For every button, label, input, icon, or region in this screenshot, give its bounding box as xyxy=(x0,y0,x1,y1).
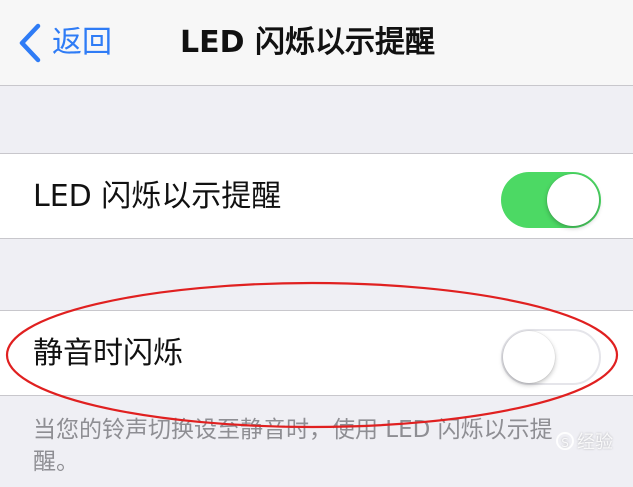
navigation-bar: 返回 LED 闪烁以示提醒 xyxy=(0,0,633,86)
back-button[interactable]: 返回 xyxy=(18,22,112,64)
setting-row-led-flash: LED 闪烁以示提醒 xyxy=(0,153,633,239)
led-flash-toggle[interactable] xyxy=(501,172,601,228)
setting-row-flash-on-silent: 静音时闪烁 xyxy=(0,310,633,396)
setting-label-led-flash: LED 闪烁以示提醒 xyxy=(33,179,282,214)
watermark-logo: S 经验 xyxy=(556,428,613,454)
back-label: 返回 xyxy=(52,25,112,60)
watermark-text: 经验 xyxy=(577,432,613,453)
setting-label-flash-on-silent: 静音时闪烁 xyxy=(33,336,183,371)
settings-footer-note: 当您的铃声切换设至静音时，使用 LED 闪烁以示提醒。 xyxy=(33,417,553,475)
settings-screen: 返回 LED 闪烁以示提醒 LED 闪烁以示提醒 静音时闪烁 当您的铃声切换设至… xyxy=(0,0,633,487)
flash-on-silent-toggle[interactable] xyxy=(501,329,601,385)
watermark-icon: S xyxy=(556,432,574,450)
page-title: LED 闪烁以示提醒 xyxy=(180,25,435,60)
toggle-knob xyxy=(547,174,599,226)
toggle-knob xyxy=(503,331,555,383)
chevron-left-icon xyxy=(18,22,48,64)
